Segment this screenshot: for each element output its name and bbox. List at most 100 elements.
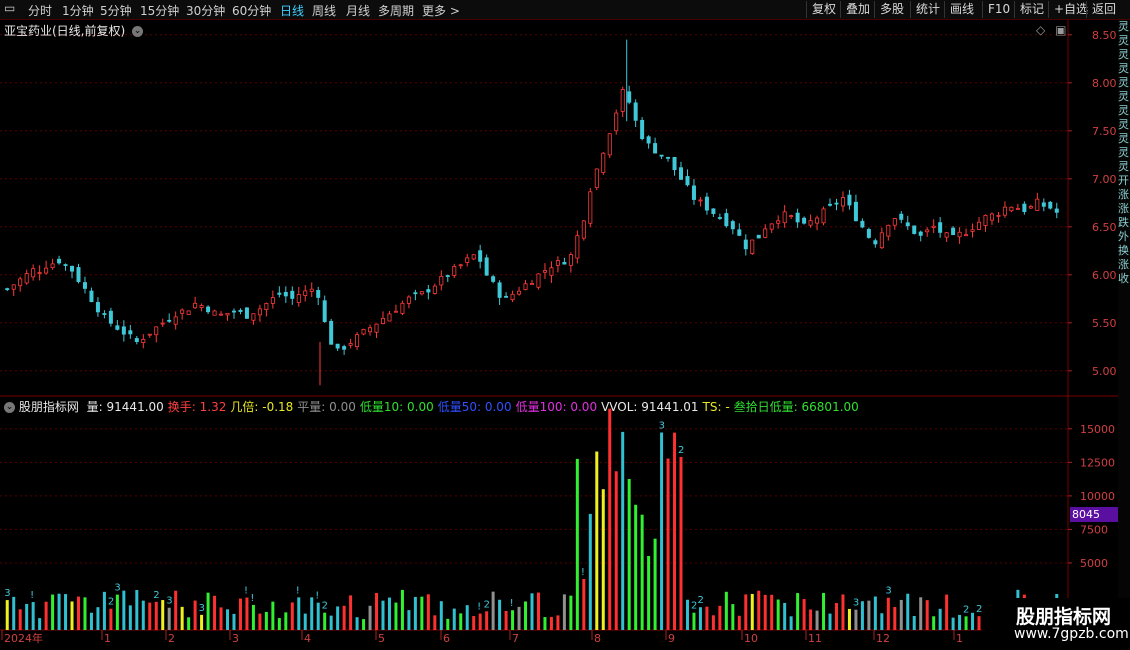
volume-tick-label: 10000 [1080, 490, 1115, 503]
strip-char-13: 涨 [1118, 202, 1129, 215]
volume-bar [588, 513, 592, 630]
volume-bar [608, 408, 612, 630]
candle-body [270, 297, 275, 304]
volume-bar [543, 617, 547, 630]
candle-body [329, 320, 334, 345]
volume-bar [57, 593, 61, 630]
volume-bar [485, 611, 489, 630]
chevron-down-icon[interactable]: ⌄ [132, 26, 144, 37]
volume-bar [595, 451, 599, 630]
candle-body [776, 220, 781, 224]
candle-body [510, 293, 515, 301]
volume-bar [394, 602, 398, 630]
volume-bar [945, 594, 949, 630]
volume-marker: 2 [322, 601, 328, 612]
volume-bar [524, 601, 528, 630]
candle-body [769, 223, 774, 230]
volume-marker: 2 [691, 601, 697, 612]
candle-body [309, 288, 314, 292]
candle-body [108, 310, 113, 324]
volume-bar [757, 590, 761, 630]
volume-bar [679, 456, 683, 630]
candle-body [89, 290, 94, 302]
volume-bar [174, 590, 178, 630]
candle-body [530, 283, 535, 285]
volume-bar [226, 609, 230, 630]
price-tick-label: 8.50 [1092, 29, 1117, 42]
candle-body [873, 240, 878, 245]
volume-bar [601, 489, 605, 630]
strip-char-10: 灵 [1118, 160, 1129, 173]
price-tick-label: 6.00 [1092, 269, 1117, 282]
candle-body [808, 220, 813, 226]
candle-body [458, 264, 463, 267]
readout-5: 低量50: 0.00 [437, 400, 512, 414]
volume-bar [426, 594, 430, 630]
volume-bar [698, 607, 702, 630]
volume-bar [44, 601, 48, 630]
candle-body [57, 258, 62, 264]
price-tick-label: 5.00 [1092, 365, 1117, 378]
candle-body [504, 295, 509, 298]
volume-bar [536, 592, 540, 630]
candle-body [892, 218, 897, 226]
window-icon[interactable]: ▣ [1055, 23, 1066, 37]
candle-body [834, 202, 839, 205]
candle-body [31, 268, 36, 278]
candle-body [724, 213, 729, 227]
volume-bar [5, 600, 9, 630]
candle-body [918, 231, 923, 236]
strip-char-12: 涨 [1118, 188, 1129, 201]
chevron-down-icon[interactable]: ⌄ [4, 402, 15, 413]
volume-bar [122, 590, 126, 630]
volume-bar [951, 617, 955, 630]
volume-bar [977, 616, 981, 630]
candle-body [860, 220, 865, 228]
candle-body [847, 194, 852, 206]
volume-marker: ! [244, 586, 248, 597]
volume-bar [932, 616, 936, 630]
strip-char-14: 跌 [1118, 216, 1129, 229]
volume-bar [238, 598, 242, 630]
time-tick-label: 2 [168, 632, 175, 645]
candle-body [478, 250, 483, 262]
volume-marker: 2 [484, 599, 490, 610]
volume-tick-label: 5000 [1080, 557, 1108, 570]
candle-body [128, 330, 133, 335]
volume-bar [893, 607, 897, 630]
volume-bar [381, 600, 385, 630]
time-tick-label: 4 [304, 632, 311, 645]
volume-bar [886, 597, 890, 630]
candle-body [497, 282, 502, 298]
right-data-strip: 灵灵灵灵灵灵灵灵灵灵灵开涨涨跌外换涨收 [1118, 20, 1130, 650]
volume-bar [770, 594, 774, 630]
volume-bar [673, 432, 677, 630]
volume-bar [472, 616, 476, 630]
time-tick-label: 9 [668, 632, 675, 645]
volume-bar [511, 610, 515, 630]
volume-bar [744, 594, 748, 630]
strip-char-7: 灵 [1118, 118, 1129, 131]
volume-bar [407, 610, 411, 630]
candle-body [484, 257, 489, 276]
readout-7: VVOL: 91441.01 [601, 400, 699, 414]
volume-bar [796, 593, 800, 630]
current-value-label: 8045 [1070, 507, 1118, 522]
candle-body [387, 313, 392, 322]
diamond-icon[interactable]: ◇ [1036, 23, 1045, 37]
volume-bar [310, 597, 314, 630]
volume-bar [342, 605, 346, 630]
volume-bar [206, 592, 210, 630]
volume-bar [867, 600, 871, 630]
candle-body [989, 213, 994, 221]
strip-char-11: 开 [1118, 174, 1129, 187]
candle-body [866, 229, 871, 238]
volume-bar [549, 616, 553, 630]
candle-body [322, 300, 327, 322]
strip-char-8: 灵 [1118, 132, 1129, 145]
volume-bar [187, 617, 191, 630]
candle-body [815, 217, 820, 224]
candle-body [575, 235, 580, 259]
candle-body [1048, 201, 1053, 209]
candle-body [996, 214, 1001, 217]
